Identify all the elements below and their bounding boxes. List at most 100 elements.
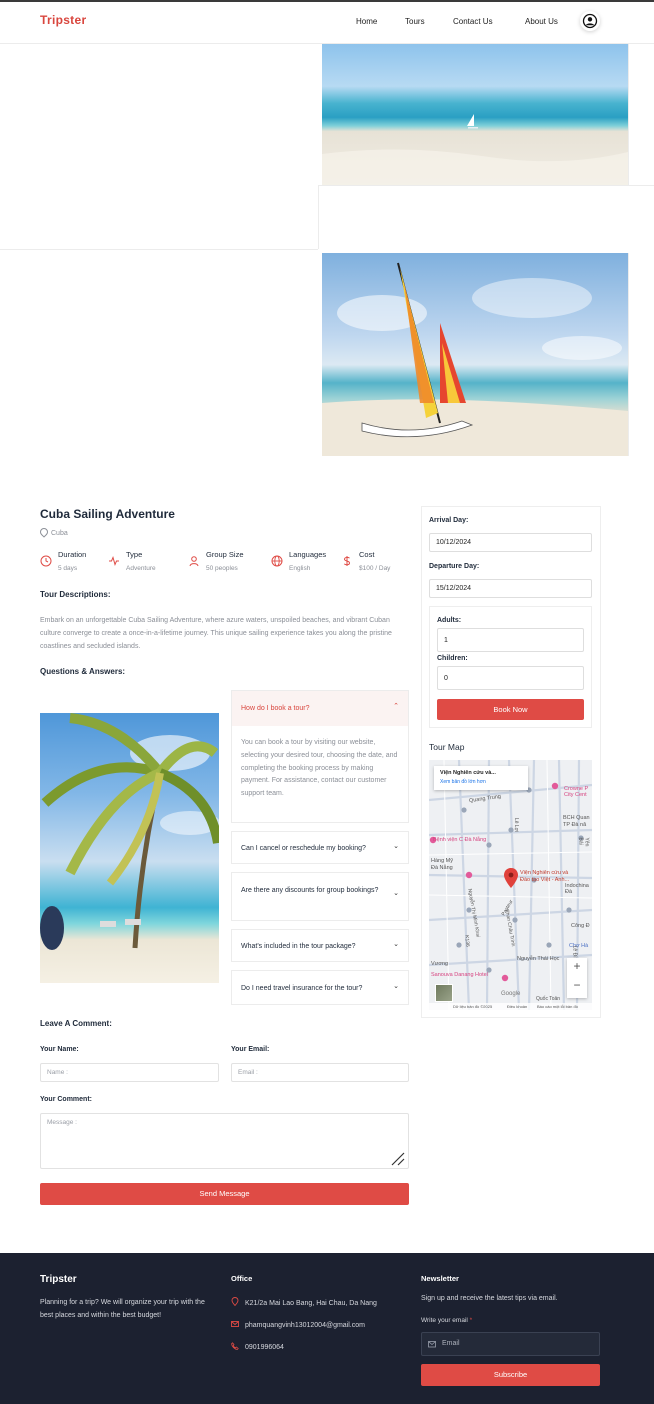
children-input[interactable]: 0 [437,666,584,690]
user-account-icon [582,13,598,29]
meta-label: Duration [58,550,87,559]
faq-question: Do I need travel insurance for the tour? [241,985,363,992]
chevron-up-icon: ⌃ [393,703,399,710]
faq-item[interactable]: What's included in the tour package? ⌄ [231,929,409,962]
description-heading: Tour Descriptions: [40,590,111,599]
brand-logo[interactable]: Tripster [40,13,86,27]
chevron-down-icon: ⌄ [393,941,399,948]
gallery-divider [318,185,319,249]
newsletter-email-input[interactable]: Email [421,1332,600,1356]
map-label: Quốc Toản [536,996,561,1002]
subscribe-button[interactable]: Subscribe [421,1364,600,1386]
faq-question: Are there any discounts for group bookin… [241,887,379,894]
map-label: TP Đà nă [563,822,587,828]
tour-description: Embark on an unforgettable Cuba Sailing … [40,617,392,650]
map-label: Yên Bái [577,837,590,847]
arrival-date-input[interactable]: 10/12/2024 [429,533,592,552]
email-label-text: Write your email [421,1317,468,1324]
map-label: BCH Quan [563,815,590,821]
palm-beach-image [40,713,219,983]
office-heading: Office [231,1274,253,1283]
nav-home[interactable]: Home [356,17,377,26]
send-message-button[interactable]: Send Message [40,1183,409,1205]
adults-label: Adults: [437,617,462,624]
adults-input[interactable]: 1 [437,628,584,652]
chevron-down-icon: ⌄ [393,983,399,990]
email-input[interactable]: Email : [231,1063,409,1082]
map-label: Hàng Mỹ [431,858,454,864]
map-terms-link[interactable]: Điều khoản [507,1004,527,1009]
footer-email[interactable]: phamquangvinh13012004@gmail.com [245,1319,365,1332]
meta-value: $100 / Day [359,565,391,572]
newsletter-email-placeholder: Email [442,1340,460,1347]
map-report-link[interactable]: Báo cáo một lỗi bản đồ [537,1004,578,1009]
qa-heading: Questions & Answers: [40,667,126,676]
meta-label: Type [126,550,143,559]
nav-tours[interactable]: Tours [405,17,425,26]
meta-label: Cost [359,550,375,559]
mail-icon [428,1341,436,1348]
location-pin-icon [231,1297,239,1306]
sailboat-small-icon [322,114,628,185]
tour-map-heading: Tour Map [429,742,465,752]
account-button[interactable] [580,11,600,31]
resize-handle-icon[interactable] [389,1150,407,1168]
faq-answer: You can book a tour by visiting our webs… [241,739,398,798]
larger-map-link[interactable]: Xem bản đồ lớn hơn [440,779,486,785]
meta-value: 50 peoples [206,565,238,572]
meta-label: Languages [289,550,327,559]
nav-about-us[interactable]: About Us [525,17,558,26]
map-label: Sanouva Danang Hotel [431,972,488,978]
chevron-down-icon: ⌄ [393,843,399,850]
meta-value: 5 days [58,565,78,572]
faq-question: What's included in the tour package? [241,943,356,950]
map-label: Viện Nghiên cứu và [520,870,569,876]
map-label: K136 [463,934,471,948]
navbar: Tripster Home Tours Contact Us About Us [0,2,654,44]
faq-item[interactable]: Do I need travel insurance for the tour?… [231,970,409,1005]
satellite-toggle[interactable] [435,984,453,1002]
map-label: Indochina Đà [565,883,589,895]
gallery-divider [0,249,318,250]
gallery-image-sailboat[interactable] [322,253,628,456]
faq-item[interactable]: Are there any discounts for group bookin… [231,872,409,921]
zoom-out-button[interactable]: − [567,978,587,992]
map-place-card: Viện Nghiên cứu và... Xem bản đồ lớn hơn [434,766,528,790]
name-input[interactable]: Name : [40,1063,219,1082]
map-label: Lê Lợi [513,817,520,833]
footer-brand: Tripster [40,1274,77,1285]
user-icon [189,556,199,567]
chevron-down-icon: ⌄ [393,890,399,897]
name-label: Your Name: [40,1046,79,1053]
map-place-title: Viện Nghiên cứu và... [440,770,496,776]
arrival-label: Arrival Day: [429,517,469,524]
map-zoom-controls: + − [567,958,587,998]
gallery-divider [318,185,654,186]
newsletter-email-label: Write your email * [421,1317,472,1324]
gallery-image-beach[interactable] [322,44,628,185]
tour-map[interactable]: Crowne P City Cent Quang Trung BCH Quan … [429,760,592,1010]
map-data-credit: Dữ liệu bản đồ ©2025 [453,1004,493,1009]
tour-title: Cuba Sailing Adventure [40,507,175,521]
nav-contact-us[interactable]: Contact Us [453,17,493,26]
departure-date-input[interactable]: 15/12/2024 [429,579,592,598]
faq-item[interactable]: Can I cancel or reschedule my booking? ⌄ [231,831,409,864]
email-label: Your Email: [231,1046,270,1053]
map-label: Đào tạo Việt - Anh... [520,877,570,883]
message-textarea[interactable]: Message : [40,1113,409,1169]
palm-tree-icon [40,713,219,950]
map-footer: Dữ liệu bản đồ ©2025 Điều khoản Báo cáo … [429,1003,592,1010]
comment-heading: Leave A Comment: [40,1019,112,1028]
location-pin-icon [38,526,50,538]
globe-icon [271,555,283,567]
footer-phone[interactable]: 0901996064 [245,1341,284,1354]
map-label: Bệnh viện C Đà Nẵng [433,837,487,843]
map-label: Đà Nẵng [431,865,453,871]
book-now-button[interactable]: Book Now [437,699,584,720]
faq-question-header[interactable]: How do I book a tour? ⌃ [232,691,408,726]
faq-question: How do I book a tour? [241,705,310,712]
map-label: Công Đ [571,923,590,929]
map-label: City Cent [564,792,587,798]
zoom-in-button[interactable]: + [567,959,587,973]
gallery-divider [628,44,629,185]
